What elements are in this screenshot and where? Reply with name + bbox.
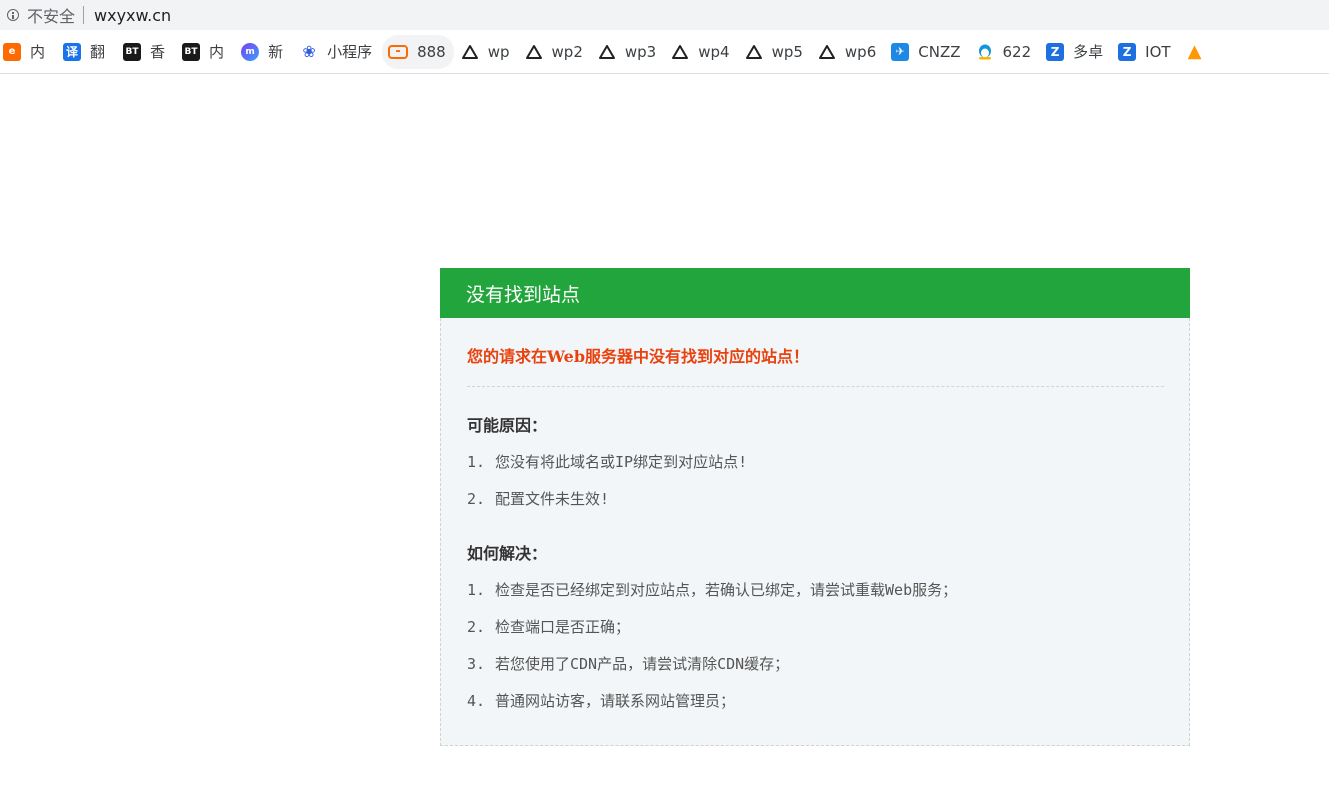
bookmark-label: 小程序 [327,43,373,61]
list-item: 1. 检查是否已经绑定到对应站点，若确认已绑定，请尝试重载Web服务； [467,581,958,599]
error-message: 您的请求在Web服务器中没有找到对应的站点！ [467,347,810,366]
bookmark-label: CNZZ [918,42,961,61]
cnzz-icon: ✈ [891,42,910,61]
bookmark-item[interactable]: Z IOT [1115,35,1178,69]
bookmark-item[interactable]: 译 翻 [60,35,113,69]
bookmark-item[interactable]: m 新 [238,35,291,69]
bookmark-label: wp2 [551,42,583,61]
security-status[interactable]: 不安全 [27,3,75,27]
address-bar[interactable]: 不安全 wxyxw.cn [0,0,1329,30]
bookmark-item[interactable]: wp4 [668,35,737,69]
triangle-icon [461,43,479,61]
triangle-icon [525,43,543,61]
list-item: 2. 配置文件未生效! [467,490,610,508]
bookmark-label: 622 [1002,42,1032,61]
url-text[interactable]: wxyxw.cn [94,6,171,25]
bookmark-item[interactable]: wp3 [595,35,664,69]
bookmark-item[interactable]: wp5 [742,35,811,69]
bookmark-item[interactable]: ▲ [1183,35,1221,69]
bookmark-item[interactable]: - 888 [382,34,454,69]
list-item: 2. 检查端口是否正确； [467,618,631,636]
bookmark-label: 多卓 [1073,43,1104,61]
bookmarks-bar: e 内 译 翻 BT 香 BT 内 m 新 ❀ 小程序 - 888 wp wp2… [0,30,1329,74]
bookmark-label: 内 [30,43,46,61]
translate-icon: 译 [63,42,82,61]
reasons-title: 可能原因： [467,416,548,435]
triangle-icon [671,43,689,61]
bookmark-item[interactable]: Z 多卓 [1043,35,1111,69]
divider [467,386,1164,387]
baidu-paw-icon: ❀ [302,42,316,61]
bookmark-label: wp5 [771,42,803,61]
bt-icon: BT [182,42,201,61]
info-icon[interactable] [7,9,19,21]
z-icon: Z [1118,42,1137,61]
bookmark-item[interactable]: 622 [973,35,1040,69]
bookmark-item[interactable]: wp2 [522,35,591,69]
alibaba-icon: e [3,42,21,61]
bookmark-label: 888 [417,42,446,61]
bookmark-label: wp4 [698,42,730,61]
triangle-icon [598,43,616,61]
bookmark-label: 香 [150,43,166,61]
bookmark-item[interactable]: wp6 [815,35,884,69]
bookmark-label: 新 [268,43,284,61]
qq-penguin-icon [976,43,994,61]
bookmark-item[interactable]: BT 内 [179,35,232,69]
a-logo-icon: ▲ [1187,41,1202,62]
z-icon: Z [1046,42,1065,61]
triangle-icon [745,43,763,61]
error-panel: 没有找到站点 您的请求在Web服务器中没有找到对应的站点！ 可能原因： 1. 您没… [440,268,1190,746]
bookmark-label: IOT [1145,42,1171,61]
bookmark-label: wp6 [844,42,877,61]
solutions-title: 如何解决： [467,544,548,563]
list-item: 3. 若您使用了CDN产品，请尝试清除CDN缓存； [467,655,790,673]
bookmark-item[interactable]: ❀ 小程序 [297,35,380,69]
bookmark-label: 翻 [90,43,106,61]
list-item: 4. 普通网站访客，请联系网站管理员； [467,692,736,710]
bookmark-label: wp [487,42,510,61]
bt-icon: BT [123,42,142,61]
bookmark-item[interactable]: ✈ CNZZ [888,35,968,69]
bookmark-item[interactable]: wp [458,35,518,69]
triangle-icon [818,43,836,61]
bookmark-item[interactable]: BT 香 [120,35,173,69]
bookmark-label: wp3 [624,42,657,61]
address-separator [83,6,85,24]
bookmark-label: 内 [209,43,225,61]
bookmark-item[interactable]: e 内 [0,35,53,69]
list-item: 1. 您没有将此域名或IP绑定到对应站点! [467,453,748,471]
xin-icon: m [241,42,260,61]
aliyun-icon: - [388,44,409,59]
error-title: 没有找到站点 [440,268,1190,318]
